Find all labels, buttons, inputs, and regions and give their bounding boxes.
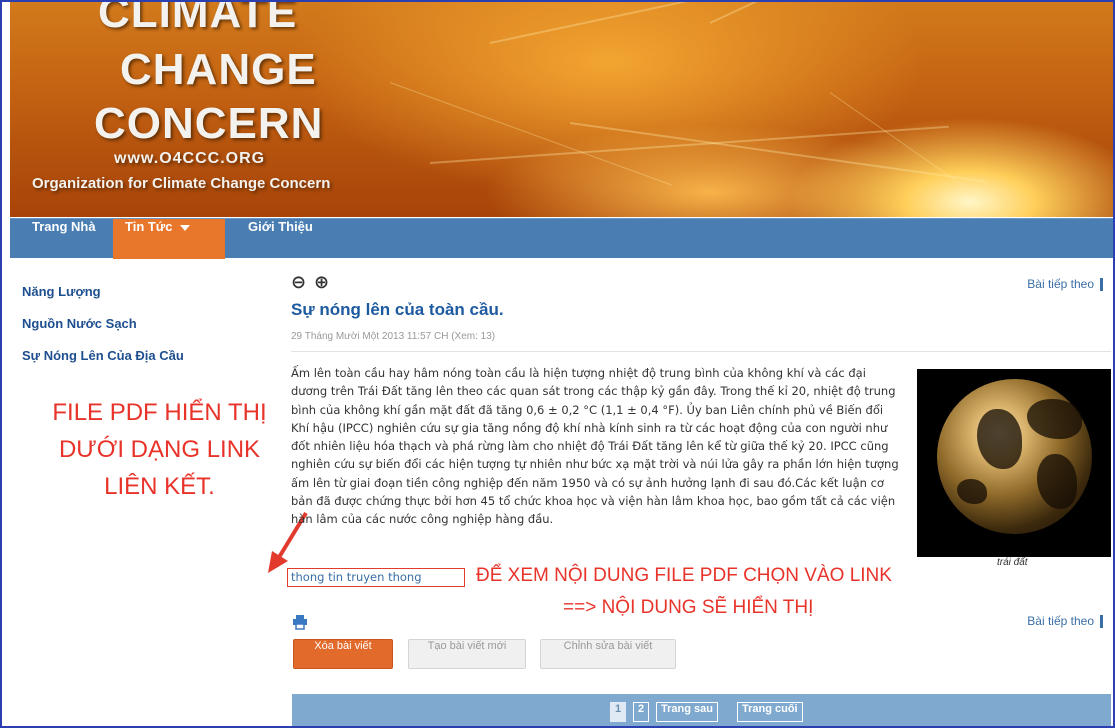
article-meta: 29 Tháng Mười Một 2013 11:57 CH (Xem: 13… bbox=[291, 331, 496, 342]
sidebar-item-energy[interactable]: Năng Lượng bbox=[22, 284, 101, 299]
delete-article-button[interactable]: Xóa bài viết bbox=[293, 639, 393, 669]
zoom-in-icon[interactable]: ⊕ bbox=[314, 272, 329, 293]
header-banner: CLIMATE CHANGE CONCERN www.O4CCC.ORG Org… bbox=[10, 2, 1113, 217]
next-article-link-bottom[interactable]: Bài tiếp theo bbox=[1027, 614, 1103, 628]
nav-item-about[interactable]: Giới Thiệu bbox=[236, 219, 325, 259]
page-1-button[interactable]: 1 bbox=[610, 702, 627, 722]
sidebar-item-global-warming[interactable]: Sự Nóng Lên Của Địa Cầu bbox=[22, 348, 184, 363]
logo-line-2: CHANGE bbox=[120, 45, 317, 94]
logo-url: www.O4CCC.ORG bbox=[114, 150, 266, 167]
article-body: Ấm lên toàn cầu hay hâm nóng toàn cầu là… bbox=[291, 366, 899, 527]
zoom-out-icon[interactable]: ⊖ bbox=[291, 272, 306, 293]
logo-organization: Organization for Climate Change Concern bbox=[32, 175, 331, 192]
article-title: Sự nóng lên của toàn cầu. bbox=[291, 300, 504, 319]
nav-item-news-label: Tin Tức bbox=[125, 219, 173, 234]
pagination: 1 2 Trang sau Trang cuối bbox=[292, 694, 1111, 726]
logo-line-3: CONCERN bbox=[94, 99, 324, 148]
last-page-button[interactable]: Trang cuối bbox=[737, 702, 803, 722]
sidebar-item-clean-water[interactable]: Nguồn Nước Sạch bbox=[22, 316, 137, 331]
earth-image bbox=[917, 369, 1111, 557]
next-article-link-top[interactable]: Bài tiếp theo bbox=[1027, 277, 1103, 291]
pdf-link[interactable]: thong tin truyen thong bbox=[291, 570, 422, 584]
new-article-button[interactable]: Tạo bài viết mới bbox=[408, 639, 526, 669]
next-page-button[interactable]: Trang sau bbox=[656, 702, 718, 722]
print-icon[interactable] bbox=[292, 614, 308, 630]
annotation-right-line2: ==> NỘI DUNG SẼ HIỂN THỊ bbox=[563, 597, 814, 618]
edit-article-button[interactable]: Chỉnh sửa bài viết bbox=[540, 639, 676, 669]
image-caption: trái đất bbox=[997, 557, 1028, 568]
page-2-button[interactable]: 2 bbox=[633, 702, 650, 722]
divider bbox=[291, 351, 1111, 352]
nav-item-home[interactable]: Trang Nhà bbox=[20, 219, 108, 259]
annotation-left: FILE PDF HIỂN THỊ DƯỚI DẠNG LINK LIÊN KẾ… bbox=[52, 399, 267, 500]
page-frame: CLIMATE CHANGE CONCERN www.O4CCC.ORG Org… bbox=[0, 0, 1115, 728]
main-nav: Trang Nhà Tin Tức Giới Thiệu bbox=[10, 218, 1113, 259]
nav-item-news[interactable]: Tin Tức bbox=[113, 219, 225, 259]
annotation-right-line1: ĐỂ XEM NỘI DUNG FILE PDF CHỌN VÀO LINK bbox=[476, 565, 892, 586]
logo-line-1: CLIMATE bbox=[98, 2, 298, 37]
caret-down-icon bbox=[180, 224, 191, 231]
